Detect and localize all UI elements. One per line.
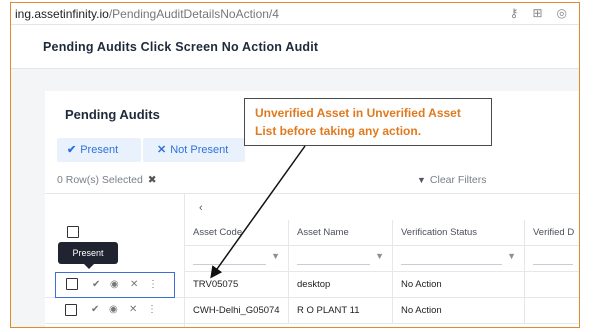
url-host: ing.assetinfinity.io (15, 7, 109, 21)
asset-code-cell: TRV05075 (185, 272, 289, 298)
present-tooltip: Present (58, 242, 118, 269)
column-header[interactable]: Asset Name (289, 220, 393, 246)
present-button[interactable]: ✔ Present (57, 138, 141, 162)
not-present-button[interactable]: ✕ Not Present (143, 138, 245, 162)
page-title: Pending Audits Click Screen No Action Au… (43, 40, 319, 54)
filter-icon: ▼ (417, 175, 426, 185)
more-icon[interactable]: ⋮ (148, 279, 158, 290)
column-header[interactable]: Verification Status (393, 220, 525, 246)
scroll-left-icon[interactable]: ‹ (199, 202, 203, 214)
row-checkbox[interactable] (66, 278, 78, 290)
key-icon[interactable]: ⚷ (510, 6, 519, 20)
more-icon[interactable]: ⋮ (147, 304, 157, 315)
more-icon[interactable]: ◎ (557, 6, 567, 20)
clear-filters-button[interactable]: ▼ Clear Filters (417, 174, 487, 186)
column-filter[interactable]: ▼ (393, 246, 525, 272)
screenshot-frame: ing.assetinfinity.io/PendingAuditDetails… (10, 2, 580, 328)
close-icon: ✕ (157, 144, 167, 156)
card-title: Pending Audits (65, 107, 160, 122)
asset-name-cell: R O PLANT 11 (289, 298, 393, 324)
browser-address-bar[interactable]: ing.assetinfinity.io/PendingAuditDetails… (11, 3, 579, 25)
selection-count: 0 Row(s) Selected ✖ (57, 174, 157, 186)
grid-icon[interactable]: ⊞ (532, 6, 542, 20)
check-icon: ✔ (67, 144, 77, 156)
row-actions: ✔ ◉ ✕ ⋮ (45, 298, 185, 324)
present-button-label: Present (80, 144, 119, 156)
check-icon[interactable]: ✔ (92, 279, 100, 290)
table-row[interactable]: ✔ ◉ ✕ ⋮ CWH-Delhi_G05074 R O PLANT 11 No… (45, 298, 579, 324)
column-filter[interactable]: ▼ (185, 246, 289, 272)
page-header: Pending Audits Click Screen No Action Au… (11, 25, 579, 69)
close-icon[interactable]: ✕ (129, 304, 137, 315)
eye-icon[interactable]: ◉ (109, 304, 118, 315)
table-header-row: Asset Code Asset Name Verification Statu… (185, 220, 579, 246)
column-header[interactable]: Verified D (525, 220, 579, 246)
asset-name-cell: desktop (289, 272, 393, 298)
eye-icon[interactable]: ◉ (110, 279, 119, 290)
filter-row: ▼ ▼ ▼ (185, 246, 579, 272)
clear-filters-label: Clear Filters (429, 174, 487, 186)
filter-icon[interactable]: ▼ (271, 251, 280, 261)
asset-code-cell: CWH-Delhi_G05074 (185, 298, 289, 324)
close-icon[interactable]: ✕ (130, 279, 138, 290)
row-actions: ✔ ◉ ✕ ⋮ (55, 272, 175, 298)
not-present-button-label: Not Present (170, 144, 229, 156)
selection-count-text: 0 Row(s) Selected (57, 174, 143, 186)
row-checkbox[interactable] (65, 304, 77, 316)
url-text[interactable]: ing.assetinfinity.io/PendingAuditDetails… (15, 7, 279, 21)
asset-table: ‹ Asset Code Asset Name Verification Sta… (45, 193, 579, 327)
column-filter[interactable]: ▼ (289, 246, 393, 272)
address-bar-icons: ⚷ ⊞ ◎ (510, 6, 579, 20)
check-icon[interactable]: ✔ (91, 304, 99, 315)
annotation-callout: Unverified Asset in Unverified Asset Lis… (244, 98, 492, 146)
column-header[interactable]: Asset Code (185, 220, 289, 246)
verified-date-cell (525, 272, 579, 298)
filter-icon[interactable]: ▼ (507, 251, 516, 261)
clear-selection-icon[interactable]: ✖ (148, 174, 157, 186)
column-filter[interactable] (525, 246, 579, 272)
verification-status-cell: No Action (393, 272, 525, 298)
url-path: /PendingAuditDetailsNoAction/4 (108, 7, 279, 21)
select-all-checkbox[interactable] (67, 226, 79, 238)
verified-date-cell (525, 298, 579, 324)
filter-icon[interactable]: ▼ (375, 251, 384, 261)
verification-status-cell: No Action (393, 298, 525, 324)
table-row[interactable]: ✔ ◉ ✕ ⋮ TRV05075 desktop No Action (45, 272, 579, 298)
